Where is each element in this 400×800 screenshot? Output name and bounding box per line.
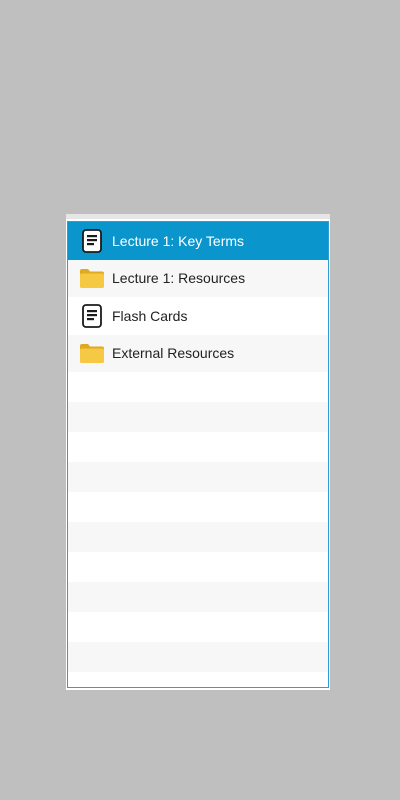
empty-list-row [68,642,328,672]
list-item-lecture-1-key-terms[interactable]: Lecture 1: Key Terms [68,222,328,260]
list-item-label: External Resources [112,345,235,362]
folder-icon [79,265,105,291]
list-item-label: Lecture 1: Key Terms [112,232,245,249]
document-icon [79,303,105,329]
empty-list-row [68,582,328,612]
empty-list-row [68,612,328,642]
empty-list-row [68,372,328,402]
empty-list-row [68,462,328,492]
folder-icon [79,340,105,366]
empty-list-row [68,552,328,582]
empty-list-row [68,492,328,522]
file-list-panel: Lecture 1: Key Terms Lecture 1: Resource… [66,214,330,690]
list-item-external-resources[interactable]: External Resources [68,334,328,372]
list-item-label: Flash Cards [112,307,188,324]
file-list[interactable]: Lecture 1: Key Terms Lecture 1: Resource… [67,221,329,688]
list-item-flash-cards[interactable]: Flash Cards [68,297,328,335]
document-icon [79,228,105,254]
empty-list-row [68,432,328,462]
empty-list-row [68,402,328,432]
list-item-lecture-1-resources[interactable]: Lecture 1: Resources [68,259,328,297]
list-item-label: Lecture 1: Resources [112,270,246,287]
empty-list-row [68,672,328,687]
empty-list-row [68,522,328,552]
